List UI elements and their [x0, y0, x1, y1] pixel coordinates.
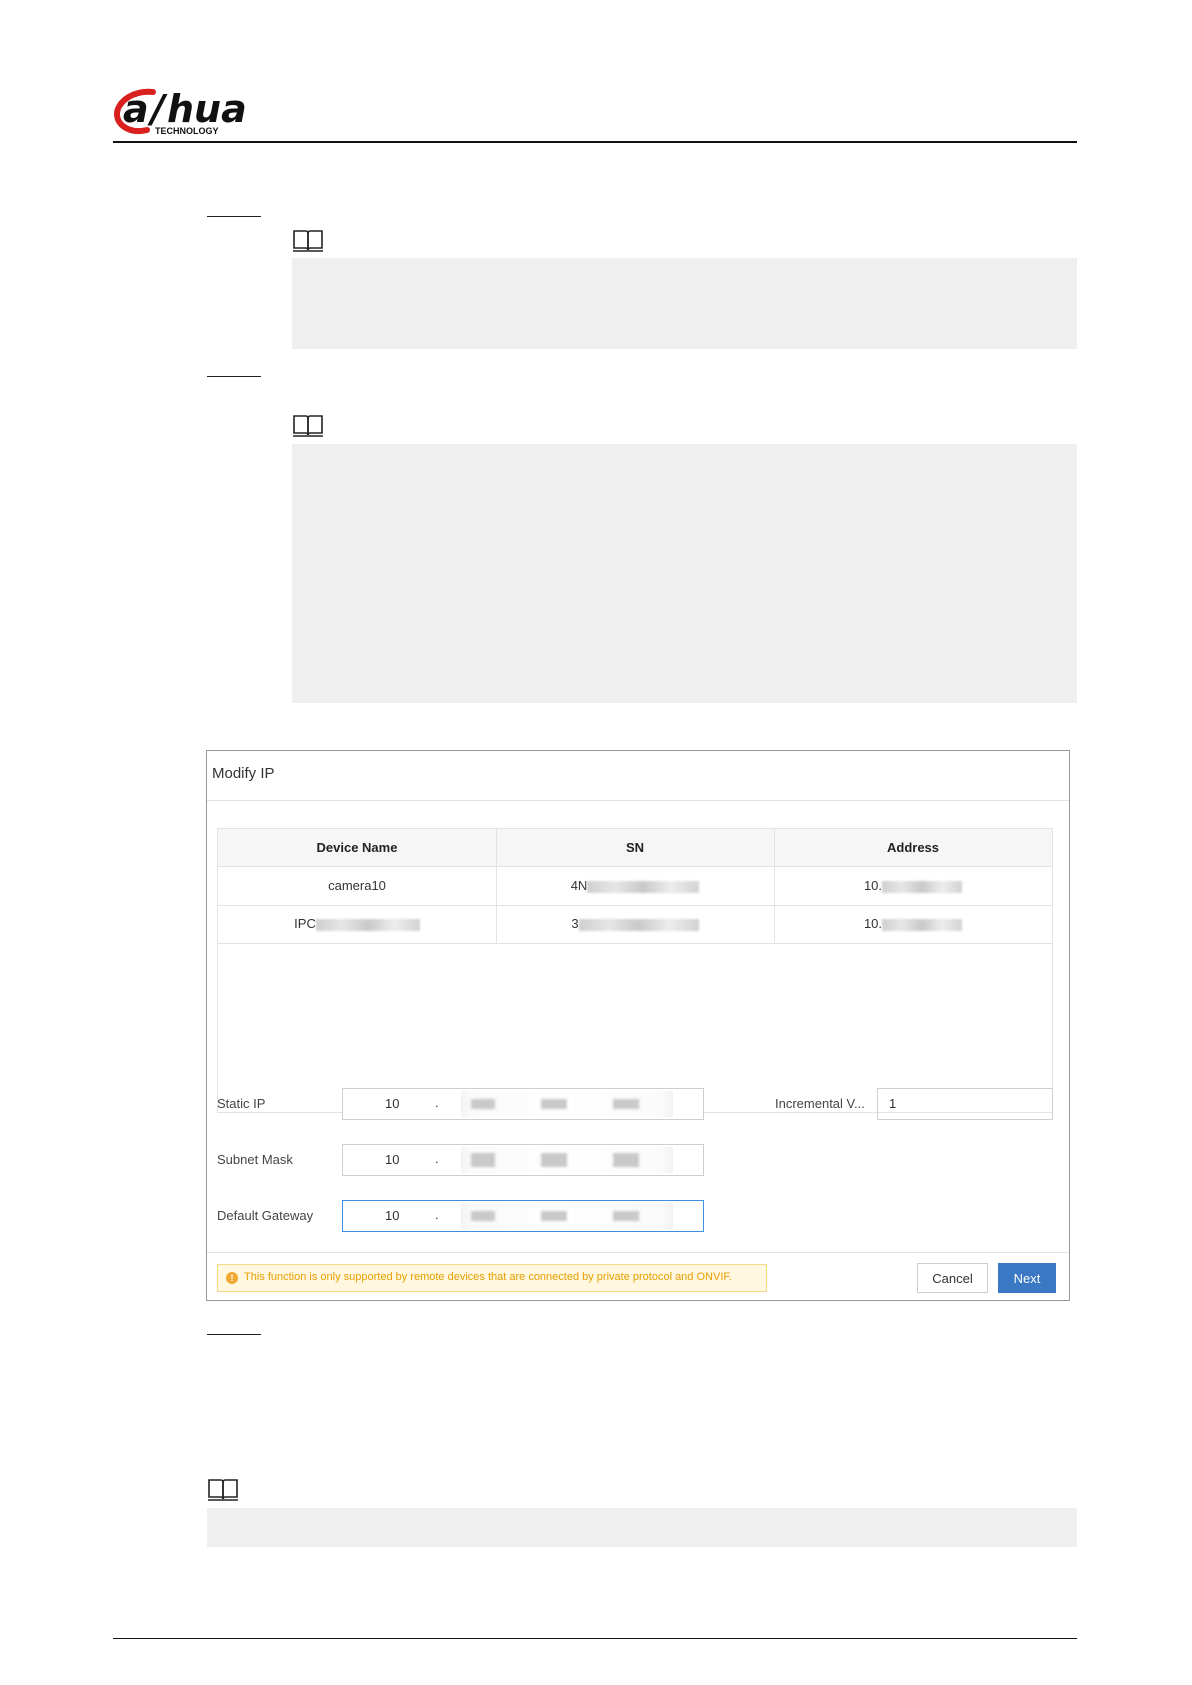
subnet-mask-input[interactable]: 10 .: [342, 1144, 704, 1176]
note-box-3: [207, 1508, 1077, 1547]
device-table: Device Name SN Address camera10 4N 10. I…: [217, 828, 1053, 1113]
book-note-icon: [293, 230, 323, 252]
default-gateway-input[interactable]: 10 .: [342, 1200, 704, 1232]
step-marker-3: [207, 1334, 261, 1335]
cell-address: 10.: [774, 905, 1052, 943]
header-sn[interactable]: SN: [496, 829, 774, 867]
default-gateway-label: Default Gateway: [217, 1208, 314, 1223]
logo-text: a: [123, 87, 149, 131]
table-row[interactable]: IPC 3 10.: [218, 905, 1052, 943]
cell-sn: 4N: [496, 867, 774, 905]
svg-text:hua: hua: [167, 87, 247, 131]
static-ip-label: Static IP: [217, 1096, 266, 1111]
cell-sn: 3: [496, 905, 774, 943]
book-note-icon: [293, 415, 323, 437]
header-address[interactable]: Address: [774, 829, 1052, 867]
header-device-name[interactable]: Device Name: [218, 829, 496, 867]
step-marker-2: [207, 376, 261, 377]
cell-device-name: camera10: [328, 878, 386, 893]
modify-ip-dialog: Modify IP Device Name SN Address camera1…: [206, 750, 1070, 1301]
dahua-logo: a / hua TECHNOLOGY: [113, 84, 273, 140]
step-marker-1: [207, 216, 261, 217]
svg-text:TECHNOLOGY: TECHNOLOGY: [155, 126, 219, 136]
redacted-value: [882, 880, 963, 893]
table-row[interactable]: camera10 4N 10.: [218, 867, 1052, 905]
dialog-title: Modify IP: [212, 765, 275, 782]
redacted-value: [578, 918, 699, 931]
warning-icon: !: [226, 1272, 238, 1284]
table-header: Device Name SN Address: [218, 829, 1052, 867]
subnet-mask-label: Subnet Mask: [217, 1152, 293, 1167]
static-ip-input[interactable]: 10 .: [342, 1088, 704, 1120]
dialog-header-divider: [207, 800, 1069, 801]
cell-address: 10.: [774, 867, 1052, 905]
footer-divider: [113, 1638, 1077, 1639]
dialog-footer-divider: [207, 1252, 1069, 1253]
incremental-value-label: Incremental V...: [775, 1096, 865, 1111]
redacted-value: [315, 918, 420, 931]
note-box-2: [292, 444, 1077, 703]
redacted-value: [587, 880, 700, 893]
cancel-button[interactable]: Cancel: [917, 1263, 988, 1293]
incremental-value-input[interactable]: 1: [877, 1088, 1053, 1120]
cell-device-name: IPC: [218, 905, 496, 943]
logo-mark: a / hua TECHNOLOGY: [113, 87, 247, 136]
header-divider: [113, 141, 1077, 143]
redacted-value: [882, 918, 963, 931]
book-note-icon: [208, 1479, 238, 1501]
warning-text: This function is only supported by remot…: [244, 1271, 732, 1283]
note-box-1: [292, 258, 1077, 349]
svg-text:/: /: [147, 87, 168, 131]
warning-banner: ! This function is only supported by rem…: [217, 1264, 767, 1292]
next-button[interactable]: Next: [998, 1263, 1056, 1293]
